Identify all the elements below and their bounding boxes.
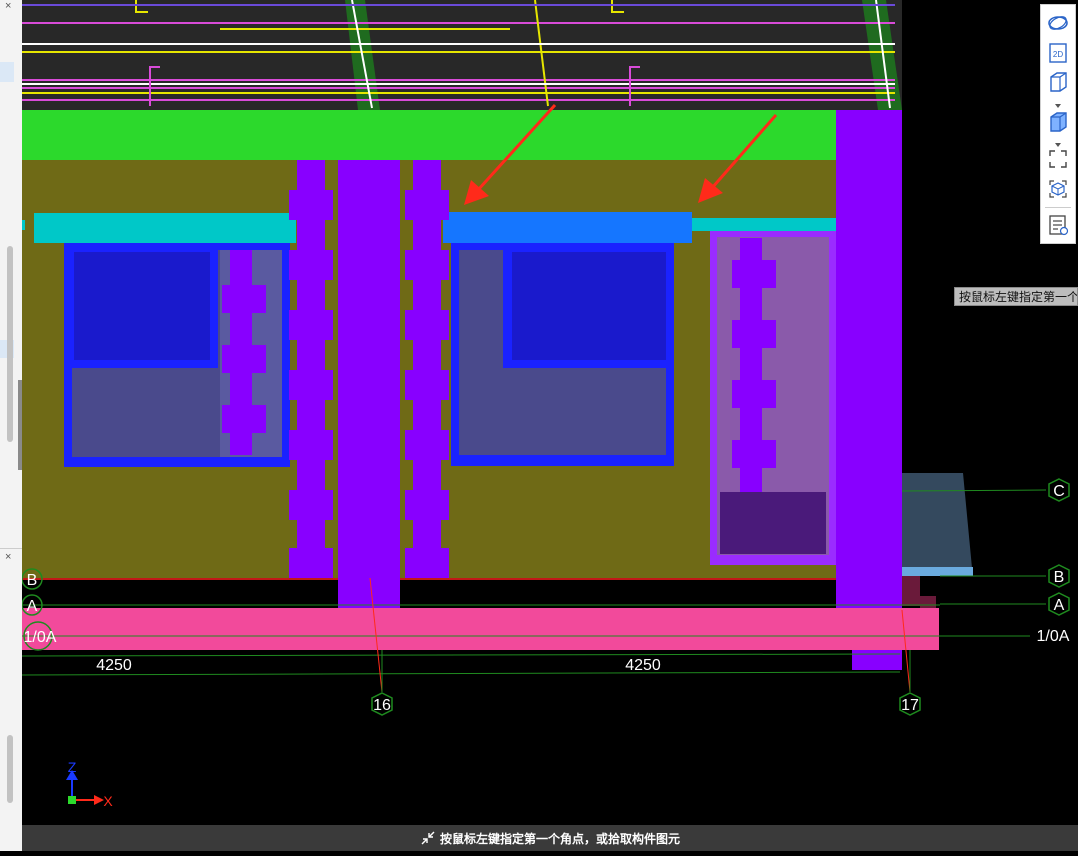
- close-panel-icon-2[interactable]: ×: [5, 551, 11, 563]
- svg-text:A: A: [1054, 597, 1065, 614]
- left-panel-strip: × ×: [0, 0, 22, 851]
- svg-text:A: A: [27, 598, 38, 615]
- status-bar: 按鼠标左键指定第一个角点，或拾取构件图元: [22, 825, 1078, 851]
- z-axis-label: Z: [68, 759, 77, 775]
- status-message: 按鼠标左键指定第一个角点，或拾取构件图元: [439, 831, 680, 846]
- display-mode-icon: [1048, 16, 1068, 30]
- fit-view-button[interactable]: [1046, 147, 1070, 171]
- svg-text:17: 17: [901, 697, 919, 714]
- svg-text:16: 16: [373, 697, 391, 714]
- 2d-view-button[interactable]: 2D: [1046, 41, 1070, 65]
- tooltip: 按鼠标左键指定第一个: [954, 287, 1078, 306]
- svg-text:2D: 2D: [1053, 50, 1063, 59]
- floor-slab[interactable]: [22, 608, 939, 650]
- dimension-left: 4250: [96, 657, 132, 674]
- pick-cursor-icon: [421, 831, 435, 845]
- panel-scrollbar-2[interactable]: [7, 735, 13, 803]
- box-view-button[interactable]: [1046, 109, 1070, 133]
- building-model-view[interactable]: 16 17 C B A 1/0A B A 1/0A 4250 4250 Z X: [22, 0, 1078, 825]
- 3d-view-button[interactable]: [1046, 69, 1070, 93]
- component-view-button[interactable]: [1046, 177, 1070, 201]
- view-toolbar: 2D: [1040, 4, 1076, 244]
- fit-view-icon: [1049, 150, 1067, 168]
- 3d-viewport[interactable]: 16 17 C B A 1/0A B A 1/0A 4250 4250 Z X: [22, 0, 1078, 825]
- axis-gizmo: Z X: [66, 759, 113, 809]
- display-mode-button[interactable]: [1046, 11, 1070, 35]
- chevron-down-icon-2[interactable]: [1053, 136, 1063, 147]
- svg-text:1/0A: 1/0A: [1037, 628, 1070, 645]
- x-axis-label: X: [103, 793, 113, 809]
- column-17[interactable]: [836, 110, 902, 608]
- grid-row-b[interactable]: B: [1048, 564, 1070, 588]
- lintel-left[interactable]: [34, 213, 296, 243]
- panel-scrollbar[interactable]: [7, 246, 13, 442]
- grid-row-c[interactable]: C: [1048, 478, 1070, 502]
- roof-beam[interactable]: [22, 110, 852, 160]
- lintel-selected[interactable]: [443, 212, 692, 243]
- grid-axis-17[interactable]: 17: [899, 692, 921, 716]
- left-dock-panel: × ×: [0, 0, 23, 851]
- lintel-right[interactable]: [692, 218, 836, 231]
- svg-text:B: B: [27, 572, 38, 589]
- box-view-icon: [1050, 112, 1067, 132]
- grid-axis-16[interactable]: 16: [371, 692, 393, 716]
- grid-row-10a[interactable]: 1/0A: [1037, 628, 1070, 645]
- side-slab: [902, 473, 972, 568]
- close-panel-icon[interactable]: ×: [5, 0, 11, 12]
- 2d-view-icon: 2D: [1049, 43, 1067, 63]
- svg-text:B: B: [1054, 569, 1065, 586]
- properties-list-icon: [1049, 215, 1069, 236]
- component-view-icon: [1049, 180, 1067, 198]
- properties-list-button[interactable]: [1046, 213, 1070, 237]
- window-middle[interactable]: [451, 243, 674, 466]
- grid-row-a[interactable]: A: [1048, 592, 1070, 616]
- column-16[interactable]: [338, 160, 400, 608]
- svg-text:1/0A: 1/0A: [24, 629, 57, 646]
- dimension-right: 4250: [625, 657, 661, 674]
- 3d-view-icon: [1050, 72, 1067, 92]
- roof-structure: [22, 0, 902, 110]
- chevron-down-icon[interactable]: [1053, 97, 1063, 108]
- svg-text:C: C: [1053, 483, 1065, 500]
